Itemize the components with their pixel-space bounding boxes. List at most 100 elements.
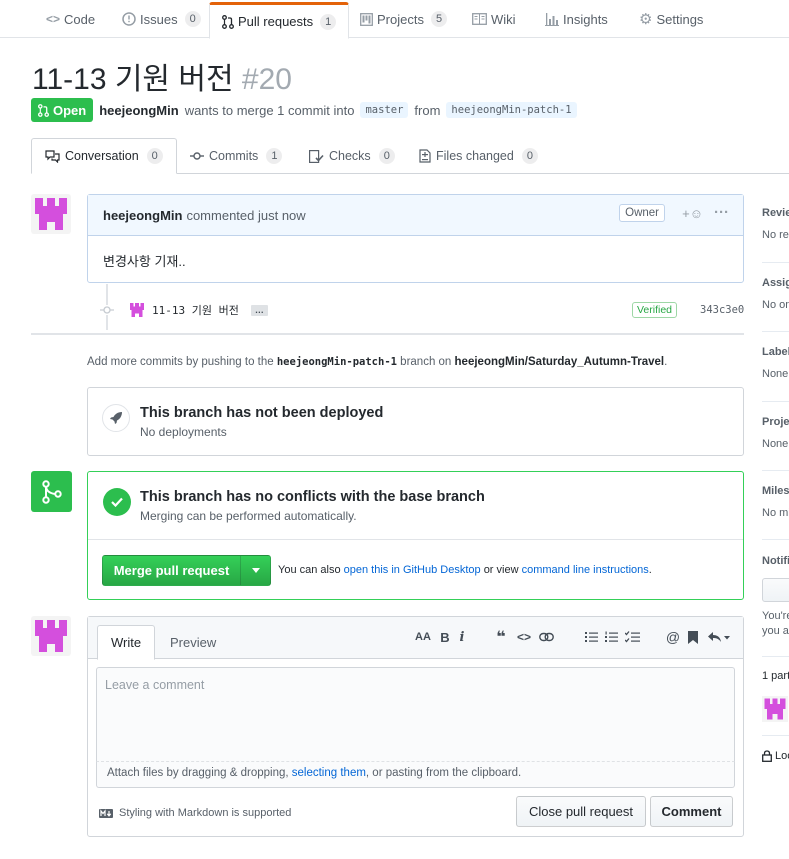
sidebar-divider [762, 262, 789, 263]
tab-commits[interactable]: Commits 1 [190, 138, 283, 174]
nav-projects[interactable]: Projects 5 [360, 0, 448, 38]
subscribe-button[interactable] [762, 578, 789, 602]
nav-issues-label: Issues [140, 11, 178, 27]
command-line-instructions-link[interactable]: command line instructions [522, 564, 649, 576]
nav-code[interactable]: <> Code [46, 0, 95, 38]
markdown-hint[interactable]: Styling with Markdown is supported [99, 807, 291, 819]
merge-title: This branch has no conflicts with the ba… [140, 489, 485, 505]
attach-files-bar[interactable]: Attach files by dragging & dropping, sel… [96, 761, 735, 788]
italic-icon[interactable]: i [452, 627, 472, 647]
nav-code-label: Code [64, 11, 96, 27]
push-hint: Add more commits by pushing to the heeje… [87, 356, 667, 368]
commit-message-link[interactable]: 11-13 기원 버전 [152, 302, 239, 318]
tab-preview[interactable]: Preview [157, 625, 229, 660]
avatar-small[interactable] [128, 301, 146, 319]
nav-pulls-label: Pull requests [238, 14, 314, 29]
verified-badge[interactable]: Verified [632, 302, 678, 318]
quote-icon[interactable]: ❝ [491, 627, 511, 647]
mention-icon[interactable]: @ [663, 627, 683, 647]
nav-settings[interactable]: ⚙ Settings [639, 0, 703, 38]
participant-avatar[interactable] [762, 696, 788, 722]
commit-expand-button[interactable]: … [250, 304, 268, 316]
checklist-icon [309, 149, 324, 163]
tab-conversation-label: Conversation [65, 149, 139, 163]
issues-counter: 0 [184, 11, 201, 27]
identicon-icon [35, 198, 67, 230]
graph-icon [545, 12, 559, 26]
sidebar-notifications-heading: Notifications [762, 555, 789, 567]
merge-pull-request-button[interactable]: Merge pull request [102, 555, 241, 586]
sidebar-reviewers[interactable]: Reviewers No reviews [762, 207, 789, 241]
push-hint-branch: heejeongMin-patch-1 [276, 356, 397, 368]
link-icon[interactable] [536, 627, 556, 647]
nav-wiki[interactable]: Wiki [472, 0, 516, 38]
tab-conversation[interactable]: Conversation 0 [31, 138, 177, 174]
tab-commits-label: Commits [209, 149, 259, 163]
comment-timestamp[interactable]: commented just now [186, 208, 305, 223]
attach-post: , or pasting from the clipboard. [365, 767, 522, 779]
new-comment-form: Write Preview AA B i ❝ <> @ Leave a comm… [87, 616, 744, 837]
base-branch-ref[interactable]: master [360, 102, 409, 118]
notification-note-line1: You're [762, 610, 789, 622]
head-branch-ref[interactable]: heejeongMin-patch-1 [446, 102, 577, 118]
deploy-title: This branch has not been deployed [140, 405, 384, 421]
sidebar-assignees-heading: Assignees [762, 277, 789, 289]
reply-icon[interactable] [706, 627, 732, 647]
push-hint-mid: branch on [400, 356, 452, 368]
deployment-status-box: This branch has not been deployed No dep… [87, 387, 744, 456]
bookmark-icon[interactable] [683, 627, 703, 647]
nav-insights-label: Insights [563, 11, 608, 27]
ordered-list-icon[interactable] [601, 627, 621, 647]
notification-note-line2: you a [762, 625, 789, 637]
kebab-menu-icon[interactable]: ··· [714, 204, 729, 221]
nav-insights[interactable]: Insights [545, 0, 608, 38]
push-hint-repo: heejeongMin/Saturday_Autumn-Travel [454, 356, 665, 368]
sidebar-assignees[interactable]: Assignees No one [762, 277, 789, 311]
lock-conversation-link[interactable]: Lock [762, 750, 789, 762]
merge-method-dropdown[interactable] [240, 555, 271, 586]
nav-settings-label: Settings [656, 11, 704, 27]
triangle-down-icon [251, 568, 260, 573]
comment-author-link[interactable]: heejeongMin [103, 208, 182, 223]
tab-commits-count: 1 [266, 148, 283, 164]
sidebar-divider [762, 656, 789, 657]
pr-tabs: Conversation 0 Commits 1 Checks 0 Files … [31, 138, 789, 174]
spacer [31, 604, 744, 605]
avatar[interactable] [31, 194, 71, 234]
check-circle-icon [103, 488, 131, 516]
open-in-desktop-link[interactable]: open this in GitHub Desktop [344, 564, 481, 576]
code-icon[interactable]: <> [514, 627, 534, 647]
add-reaction-icon[interactable]: +☺ [682, 206, 703, 221]
merge-alt-hint: You can also open this in GitHub Desktop… [278, 564, 652, 576]
project-icon [360, 12, 373, 26]
rocket-icon [102, 404, 130, 432]
close-pull-request-button[interactable]: Close pull request [516, 796, 646, 827]
sidebar-labels[interactable]: Labels None yet [762, 346, 789, 380]
merge-status-box: This branch has no conflicts with the ba… [87, 471, 744, 600]
tab-files-changed[interactable]: Files changed 0 [419, 138, 538, 174]
repo-nav: <> Code Issues 0 Pull requests 1 Project… [0, 0, 789, 39]
commit-row: 11-13 기원 버전 … Verified 343c3e0 [100, 300, 745, 320]
identicon-icon [764, 698, 786, 720]
text-size-icon[interactable]: AA [413, 627, 433, 647]
timeline-divider [31, 333, 744, 335]
commit-sha-link[interactable]: 343c3e0 [700, 304, 744, 316]
attach-pre: Attach files by dragging & dropping, [107, 767, 289, 779]
unordered-list-icon[interactable] [581, 627, 601, 647]
select-files-link[interactable]: selecting them [292, 767, 366, 779]
sidebar-milestone[interactable]: Milestone No milestone [762, 485, 789, 519]
notification-note: You're you a [762, 609, 789, 639]
nav-pull-requests[interactable]: Pull requests 1 [209, 2, 350, 39]
nav-issues[interactable]: Issues 0 [122, 0, 201, 38]
sidebar-notifications: Notifications [762, 555, 789, 567]
pr-author-link[interactable]: heejeongMin [99, 103, 178, 118]
task-list-icon[interactable] [622, 627, 642, 647]
tab-checks[interactable]: Checks 0 [309, 138, 395, 174]
sidebar-projects[interactable]: Projects None yet [762, 416, 789, 450]
participants-heading: 1 participant [762, 670, 789, 682]
tab-write[interactable]: Write [97, 625, 156, 660]
avatar[interactable] [31, 616, 71, 656]
git-commit-icon [190, 151, 204, 161]
comment-textarea[interactable]: Leave a comment [96, 667, 735, 761]
comment-button[interactable]: Comment [650, 796, 733, 827]
